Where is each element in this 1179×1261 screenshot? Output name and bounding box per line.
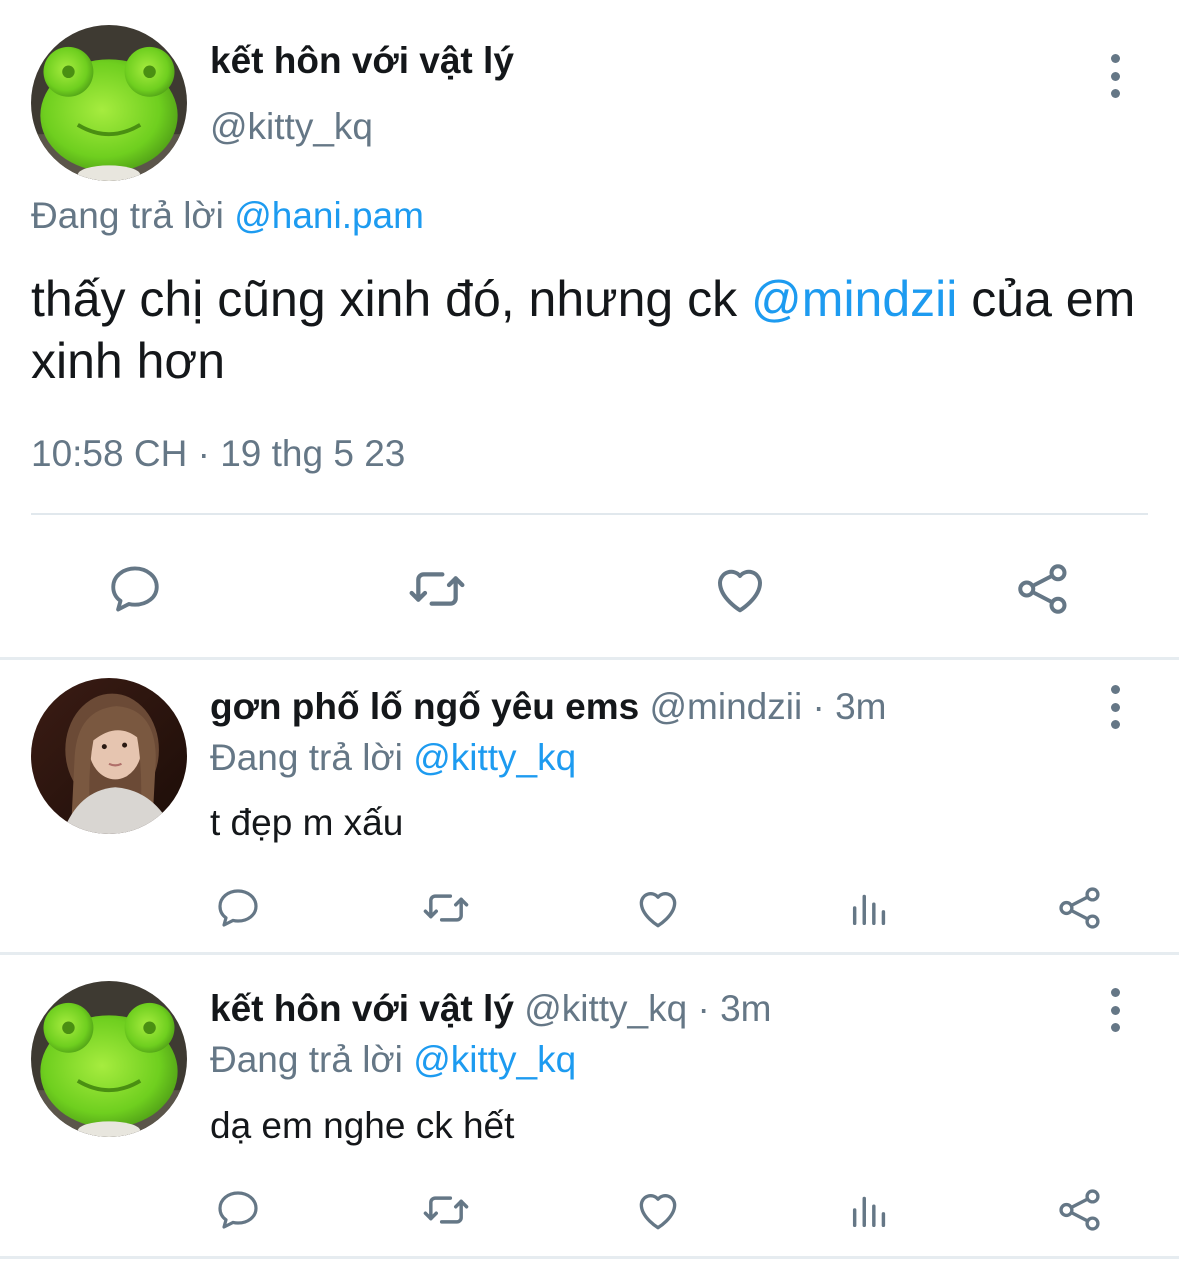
avatar[interactable] — [31, 25, 187, 181]
meta-separator: · — [687, 988, 721, 1029]
author-handle[interactable]: @kitty_kq — [524, 988, 687, 1029]
tweet-timestamp[interactable]: 10:58 CH · 19 thg 5 23 — [31, 433, 405, 475]
like-icon[interactable] — [630, 880, 686, 936]
tweet-age[interactable]: 3m — [720, 988, 771, 1029]
reply-icon[interactable] — [210, 880, 266, 936]
replying-to-link[interactable]: @kitty_kq — [413, 737, 576, 778]
author-handle[interactable]: @kitty_kq — [210, 106, 373, 148]
replying-to-link[interactable]: @kitty_kq — [413, 1039, 576, 1080]
replying-to-line: Đang trả lời @kitty_kq — [210, 737, 576, 779]
retweet-icon[interactable] — [418, 1182, 474, 1238]
like-icon[interactable] — [630, 1182, 686, 1238]
share-icon[interactable] — [1008, 554, 1078, 624]
more-options-icon[interactable] — [1105, 988, 1125, 1032]
share-icon[interactable] — [1052, 1182, 1108, 1238]
divider — [0, 952, 1179, 955]
retweet-icon[interactable] — [418, 880, 474, 936]
replying-prefix: Đang trả lời — [31, 195, 224, 236]
main-tweet: kết hôn với vật lý @kitty_kq Đang trả lờ… — [0, 0, 1179, 658]
author-handle[interactable]: @mindzii — [650, 686, 803, 727]
author-name[interactable]: kết hôn với vật lý — [210, 988, 514, 1029]
tweet-text-part: thấy chị cũng xinh đó, nhưng ck — [31, 271, 752, 327]
tweet-text: thấy chị cũng xinh đó, nhưng ck @mindzii… — [31, 268, 1151, 392]
divider — [0, 657, 1179, 660]
replying-prefix: Đang trả lời — [210, 737, 403, 778]
reply-header: gơn phố lố ngố yêu ems @mindzii · 3m — [210, 686, 887, 728]
share-icon[interactable] — [1052, 880, 1108, 936]
tweet-age[interactable]: 3m — [835, 686, 886, 727]
author-name[interactable]: gơn phố lố ngố yêu ems — [210, 686, 639, 727]
reply-icon[interactable] — [100, 554, 170, 624]
more-options-icon[interactable] — [1105, 685, 1125, 729]
girl-avatar-image — [31, 678, 187, 834]
mention-link[interactable]: @mindzii — [751, 271, 957, 327]
frog-avatar-image — [31, 25, 187, 181]
replying-to-line: Đang trả lời @kitty_kq — [210, 1039, 576, 1081]
reply-header: kết hôn với vật lý @kitty_kq · 3m — [210, 988, 771, 1030]
meta-separator: · — [802, 686, 836, 727]
analytics-icon[interactable] — [842, 1182, 898, 1238]
more-options-icon[interactable] — [1105, 54, 1125, 98]
frog-avatar-image — [31, 981, 187, 1137]
tweet-text: dạ em nghe ck hết — [210, 1105, 515, 1146]
analytics-icon[interactable] — [842, 880, 898, 936]
divider — [31, 513, 1148, 515]
avatar[interactable] — [31, 981, 187, 1137]
like-icon[interactable] — [705, 554, 775, 624]
author-name[interactable]: kết hôn với vật lý — [210, 40, 514, 82]
avatar[interactable] — [31, 678, 187, 834]
retweet-icon[interactable] — [402, 554, 472, 624]
replying-prefix: Đang trả lời — [210, 1039, 403, 1080]
tweet-text: t đẹp m xấu — [210, 802, 404, 843]
divider — [0, 1256, 1179, 1259]
replying-to-line: Đang trả lời @hani.pam — [31, 195, 424, 237]
reply-icon[interactable] — [210, 1182, 266, 1238]
replying-to-link[interactable]: @hani.pam — [234, 195, 424, 236]
